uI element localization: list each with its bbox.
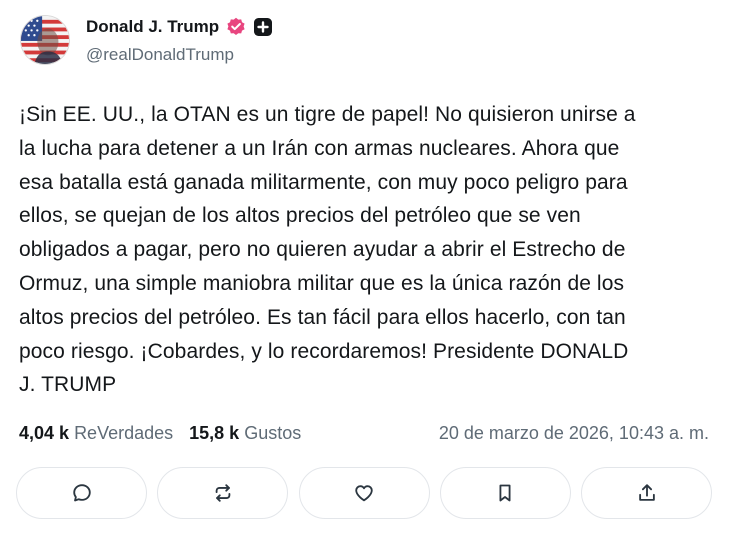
reposts-stat[interactable]: 4,04 k ReVerdades bbox=[19, 423, 173, 444]
repost-button[interactable] bbox=[157, 467, 289, 519]
like-button[interactable] bbox=[298, 467, 430, 519]
post-timestamp[interactable]: 20 de marzo de 2026, 10:43 a. m. bbox=[439, 423, 709, 444]
post-text-line: J. TRUMP bbox=[19, 373, 117, 397]
post-card: Donald J. Trump @realDonaldTrump ¡Sin EE… bbox=[0, 0, 730, 534]
post-text-line: ¡Sin EE. UU., la OTAN es un tigre de pap… bbox=[19, 103, 636, 126]
post-text-line: obligados a pagar, pero no quieren ayuda… bbox=[19, 238, 626, 262]
action-bar bbox=[16, 467, 712, 519]
post-stats: 4,04 k ReVerdades 15,8 k Gustos 20 de ma… bbox=[19, 420, 719, 446]
author-handle[interactable]: @realDonaldTrump bbox=[86, 45, 234, 65]
likes-stat[interactable]: 15,8 k Gustos bbox=[189, 423, 301, 444]
author-display-name[interactable]: Donald J. Trump bbox=[86, 17, 219, 37]
share-icon bbox=[638, 484, 655, 501]
author-name-row: Donald J. Trump bbox=[86, 15, 273, 39]
post-text-line: Ormuz, una simple maniobra militar que e… bbox=[19, 271, 625, 295]
post-text-line: altos precios del petróleo. Es tan fácil… bbox=[19, 305, 626, 329]
likes-label: Gustos bbox=[244, 422, 302, 443]
reply-icon bbox=[72, 484, 91, 502]
avatar[interactable] bbox=[20, 15, 70, 65]
likes-count: 15,8 k bbox=[189, 422, 240, 443]
post-text-line: la lucha para detener a un Irán con arma… bbox=[19, 136, 620, 160]
post-text: ¡Sin EE. UU., la OTAN es un tigre de pap… bbox=[19, 98, 719, 402]
post-text-line: ellos, se quejan de los altos precios de… bbox=[19, 204, 581, 228]
flag-portrait-avatar-icon bbox=[21, 16, 69, 64]
repost-icon bbox=[215, 484, 231, 502]
reply-button[interactable] bbox=[16, 467, 147, 519]
like-icon bbox=[355, 485, 373, 502]
share-button[interactable] bbox=[581, 467, 712, 519]
plus-badge-icon bbox=[254, 18, 273, 36]
verified-badge-icon bbox=[227, 17, 245, 35]
bookmark-button[interactable] bbox=[439, 467, 571, 519]
bookmark-icon bbox=[499, 484, 511, 502]
post-text-line: poco riesgo. ¡Cobardes, y lo recordaremo… bbox=[19, 339, 629, 363]
reposts-label: ReVerdades bbox=[74, 422, 174, 443]
reposts-count: 4,04 k bbox=[19, 422, 70, 443]
post-text-line: esa batalla está ganada militarmente, co… bbox=[19, 170, 628, 194]
